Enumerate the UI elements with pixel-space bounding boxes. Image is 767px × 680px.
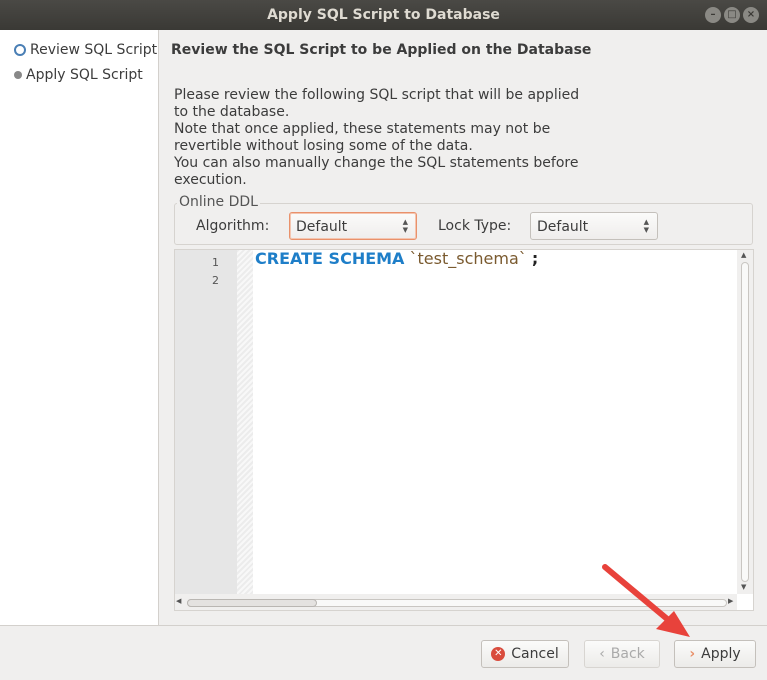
vertical-scroll-track[interactable] xyxy=(741,262,749,582)
algorithm-value: Default xyxy=(296,219,348,235)
description-line: execution. xyxy=(174,172,247,188)
algorithm-label: Algorithm: xyxy=(196,218,270,234)
page-title: Review the SQL Script to be Applied on t… xyxy=(171,42,592,58)
wizard-sidebar: Review SQL Script Apply SQL Script xyxy=(0,30,159,625)
maximize-icon[interactable]: □ xyxy=(724,7,740,23)
scroll-up-icon[interactable]: ▲ xyxy=(741,251,746,259)
minimize-icon[interactable]: – xyxy=(705,7,721,23)
lock-type-select[interactable]: Default ▲ ▼ xyxy=(530,212,658,240)
description-line: You can also manually change the SQL sta… xyxy=(174,155,579,171)
line-number: 1 xyxy=(212,256,219,269)
lock-type-value: Default xyxy=(537,219,589,235)
horizontal-scroll-thumb[interactable] xyxy=(187,599,317,607)
lock-type-label: Lock Type: xyxy=(438,218,512,234)
apply-label: Apply xyxy=(701,646,741,662)
scroll-left-icon[interactable]: ◀ xyxy=(176,597,181,605)
updown-arrows-icon: ▲ ▼ xyxy=(643,218,649,234)
window-title: Apply SQL Script to Database xyxy=(267,7,500,23)
step-label: Review SQL Script xyxy=(30,42,158,58)
description-line: revertible without losing some of the da… xyxy=(174,138,473,154)
line-number-gutter: 1 2 xyxy=(175,250,237,594)
sql-identifier: `test_schema` xyxy=(409,249,527,268)
annotation-arrow xyxy=(602,564,690,637)
step-review-sql-script: Review SQL Script xyxy=(14,42,157,58)
sql-terminator: ; xyxy=(531,249,539,268)
description: Please review the following SQL script t… xyxy=(174,87,580,189)
description-line: Note that once applied, these statements… xyxy=(174,121,551,137)
fold-margin xyxy=(237,250,253,594)
cancel-icon: ✕ xyxy=(491,647,506,661)
sql-keyword: CREATE SCHEMA xyxy=(255,249,405,268)
scroll-down-icon[interactable]: ▼ xyxy=(741,583,746,591)
step-label: Apply SQL Script xyxy=(26,67,143,83)
vertical-scrollbar[interactable]: ▲ ▼ xyxy=(737,250,753,594)
description-line: Please review the following SQL script t… xyxy=(174,87,580,103)
algorithm-select[interactable]: Default ▲ ▼ xyxy=(289,212,417,240)
online-ddl-label: Online DDL xyxy=(177,194,260,210)
cancel-label: Cancel xyxy=(511,646,559,662)
line-number: 2 xyxy=(212,274,219,287)
close-icon[interactable]: × xyxy=(743,7,759,23)
sql-code[interactable]: CREATE SCHEMA `test_schema` ; xyxy=(255,250,538,268)
updown-arrows-icon: ▲ ▼ xyxy=(402,218,408,234)
window-titlebar[interactable]: Apply SQL Script to Database – □ × xyxy=(0,0,767,30)
step-radio-icon xyxy=(14,44,26,56)
cancel-button[interactable]: ✕ Cancel xyxy=(481,640,569,668)
step-apply-sql-script: Apply SQL Script xyxy=(14,67,143,83)
wizard-main-panel: Review the SQL Script to be Applied on t… xyxy=(159,30,767,625)
step-radio-icon xyxy=(14,71,22,79)
description-line: to the database. xyxy=(174,104,290,120)
scroll-right-icon[interactable]: ▶ xyxy=(728,597,733,605)
